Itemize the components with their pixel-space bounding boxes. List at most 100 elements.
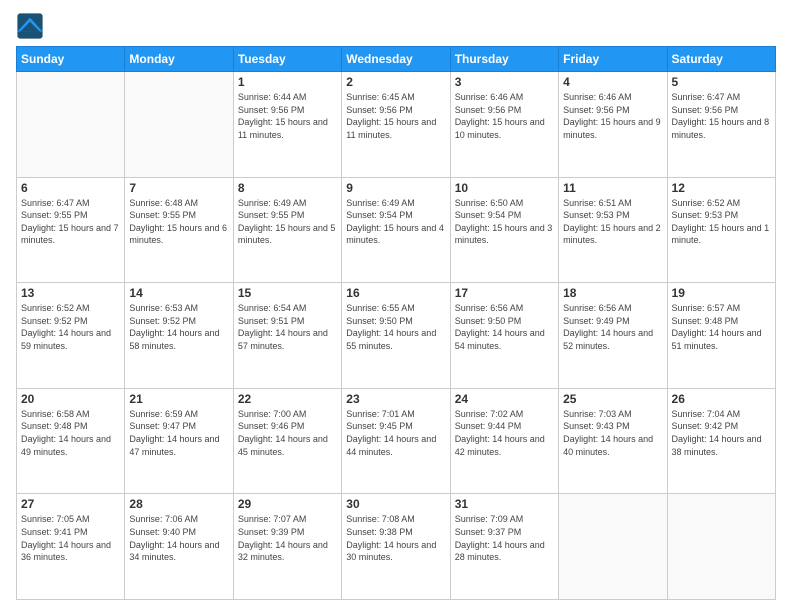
weekday-header: Thursday (450, 47, 558, 72)
day-number: 14 (129, 286, 228, 300)
day-info: Sunrise: 6:44 AM Sunset: 9:56 PM Dayligh… (238, 91, 337, 141)
day-number: 15 (238, 286, 337, 300)
calendar-day-cell (125, 72, 233, 178)
day-info: Sunrise: 7:01 AM Sunset: 9:45 PM Dayligh… (346, 408, 445, 458)
day-info: Sunrise: 6:47 AM Sunset: 9:56 PM Dayligh… (672, 91, 771, 141)
day-number: 31 (455, 497, 554, 511)
day-info: Sunrise: 6:56 AM Sunset: 9:50 PM Dayligh… (455, 302, 554, 352)
day-info: Sunrise: 7:03 AM Sunset: 9:43 PM Dayligh… (563, 408, 662, 458)
calendar-day-cell: 17 Sunrise: 6:56 AM Sunset: 9:50 PM Dayli… (450, 283, 558, 389)
calendar-day-cell: 23 Sunrise: 7:01 AM Sunset: 9:45 PM Dayli… (342, 388, 450, 494)
day-number: 10 (455, 181, 554, 195)
day-info: Sunrise: 6:52 AM Sunset: 9:52 PM Dayligh… (21, 302, 120, 352)
day-info: Sunrise: 6:53 AM Sunset: 9:52 PM Dayligh… (129, 302, 228, 352)
calendar-header-row: SundayMondayTuesdayWednesdayThursdayFrid… (17, 47, 776, 72)
day-info: Sunrise: 7:07 AM Sunset: 9:39 PM Dayligh… (238, 513, 337, 563)
header (16, 12, 776, 40)
day-info: Sunrise: 7:04 AM Sunset: 9:42 PM Dayligh… (672, 408, 771, 458)
calendar-day-cell: 24 Sunrise: 7:02 AM Sunset: 9:44 PM Dayli… (450, 388, 558, 494)
day-number: 27 (21, 497, 120, 511)
weekday-header: Tuesday (233, 47, 341, 72)
calendar-day-cell: 21 Sunrise: 6:59 AM Sunset: 9:47 PM Dayli… (125, 388, 233, 494)
day-info: Sunrise: 6:49 AM Sunset: 9:54 PM Dayligh… (346, 197, 445, 247)
calendar-day-cell: 3 Sunrise: 6:46 AM Sunset: 9:56 PM Daylig… (450, 72, 558, 178)
calendar-day-cell (667, 494, 775, 600)
day-number: 2 (346, 75, 445, 89)
day-number: 18 (563, 286, 662, 300)
day-info: Sunrise: 6:48 AM Sunset: 9:55 PM Dayligh… (129, 197, 228, 247)
calendar-day-cell: 28Sunrise: 7:06 AM Sunset: 9:40 PM Dayli… (125, 494, 233, 600)
day-number: 24 (455, 392, 554, 406)
day-info: Sunrise: 6:50 AM Sunset: 9:54 PM Dayligh… (455, 197, 554, 247)
calendar-day-cell: 2 Sunrise: 6:45 AM Sunset: 9:56 PM Daylig… (342, 72, 450, 178)
day-info: Sunrise: 6:57 AM Sunset: 9:48 PM Dayligh… (672, 302, 771, 352)
day-info: Sunrise: 7:00 AM Sunset: 9:46 PM Dayligh… (238, 408, 337, 458)
day-number: 21 (129, 392, 228, 406)
day-number: 8 (238, 181, 337, 195)
calendar-day-cell: 9 Sunrise: 6:49 AM Sunset: 9:54 PM Daylig… (342, 177, 450, 283)
day-number: 6 (21, 181, 120, 195)
calendar-week-row: 13 Sunrise: 6:52 AM Sunset: 9:52 PM Dayli… (17, 283, 776, 389)
calendar-week-row: 6 Sunrise: 6:47 AM Sunset: 9:55 PM Daylig… (17, 177, 776, 283)
calendar-day-cell: 20 Sunrise: 6:58 AM Sunset: 9:48 PM Dayli… (17, 388, 125, 494)
day-info: Sunrise: 7:09 AM Sunset: 9:37 PM Dayligh… (455, 513, 554, 563)
day-info: Sunrise: 6:52 AM Sunset: 9:53 PM Dayligh… (672, 197, 771, 247)
day-number: 13 (21, 286, 120, 300)
calendar-week-row: 1 Sunrise: 6:44 AM Sunset: 9:56 PM Daylig… (17, 72, 776, 178)
calendar-day-cell: 10 Sunrise: 6:50 AM Sunset: 9:54 PM Dayli… (450, 177, 558, 283)
page: SundayMondayTuesdayWednesdayThursdayFrid… (0, 0, 792, 612)
day-info: Sunrise: 6:46 AM Sunset: 9:56 PM Dayligh… (563, 91, 662, 141)
calendar-week-row: 27Sunrise: 7:05 AM Sunset: 9:41 PM Dayli… (17, 494, 776, 600)
calendar-day-cell: 8 Sunrise: 6:49 AM Sunset: 9:55 PM Daylig… (233, 177, 341, 283)
day-number: 7 (129, 181, 228, 195)
day-info: Sunrise: 6:46 AM Sunset: 9:56 PM Dayligh… (455, 91, 554, 141)
day-number: 1 (238, 75, 337, 89)
logo-icon (16, 12, 44, 40)
day-info: Sunrise: 7:06 AM Sunset: 9:40 PM Dayligh… (129, 513, 228, 563)
weekday-header: Sunday (17, 47, 125, 72)
calendar-day-cell: 7 Sunrise: 6:48 AM Sunset: 9:55 PM Daylig… (125, 177, 233, 283)
calendar-day-cell: 12 Sunrise: 6:52 AM Sunset: 9:53 PM Dayli… (667, 177, 775, 283)
day-number: 19 (672, 286, 771, 300)
calendar-day-cell: 1 Sunrise: 6:44 AM Sunset: 9:56 PM Daylig… (233, 72, 341, 178)
day-info: Sunrise: 6:51 AM Sunset: 9:53 PM Dayligh… (563, 197, 662, 247)
weekday-header: Monday (125, 47, 233, 72)
calendar-day-cell: 14 Sunrise: 6:53 AM Sunset: 9:52 PM Dayli… (125, 283, 233, 389)
day-number: 3 (455, 75, 554, 89)
calendar-table: SundayMondayTuesdayWednesdayThursdayFrid… (16, 46, 776, 600)
day-number: 29 (238, 497, 337, 511)
day-number: 20 (21, 392, 120, 406)
calendar-day-cell: 26 Sunrise: 7:04 AM Sunset: 9:42 PM Dayli… (667, 388, 775, 494)
day-info: Sunrise: 7:02 AM Sunset: 9:44 PM Dayligh… (455, 408, 554, 458)
calendar-day-cell: 27Sunrise: 7:05 AM Sunset: 9:41 PM Dayli… (17, 494, 125, 600)
day-number: 17 (455, 286, 554, 300)
day-number: 12 (672, 181, 771, 195)
day-number: 26 (672, 392, 771, 406)
day-info: Sunrise: 6:55 AM Sunset: 9:50 PM Dayligh… (346, 302, 445, 352)
day-info: Sunrise: 6:49 AM Sunset: 9:55 PM Dayligh… (238, 197, 337, 247)
calendar-day-cell (559, 494, 667, 600)
calendar-day-cell: 25 Sunrise: 7:03 AM Sunset: 9:43 PM Dayli… (559, 388, 667, 494)
calendar-day-cell: 31 Sunrise: 7:09 AM Sunset: 9:37 PM Dayli… (450, 494, 558, 600)
day-info: Sunrise: 6:45 AM Sunset: 9:56 PM Dayligh… (346, 91, 445, 141)
day-number: 30 (346, 497, 445, 511)
day-number: 5 (672, 75, 771, 89)
calendar-day-cell: 5 Sunrise: 6:47 AM Sunset: 9:56 PM Daylig… (667, 72, 775, 178)
calendar-day-cell: 29 Sunrise: 7:07 AM Sunset: 9:39 PM Dayli… (233, 494, 341, 600)
day-number: 9 (346, 181, 445, 195)
calendar-day-cell: 16Sunrise: 6:55 AM Sunset: 9:50 PM Dayli… (342, 283, 450, 389)
day-number: 22 (238, 392, 337, 406)
calendar-day-cell: 22 Sunrise: 7:00 AM Sunset: 9:46 PM Dayli… (233, 388, 341, 494)
logo (16, 12, 46, 40)
calendar-day-cell: 18Sunrise: 6:56 AM Sunset: 9:49 PM Dayli… (559, 283, 667, 389)
day-number: 25 (563, 392, 662, 406)
day-number: 4 (563, 75, 662, 89)
calendar-week-row: 20 Sunrise: 6:58 AM Sunset: 9:48 PM Dayli… (17, 388, 776, 494)
day-info: Sunrise: 6:59 AM Sunset: 9:47 PM Dayligh… (129, 408, 228, 458)
weekday-header: Wednesday (342, 47, 450, 72)
day-info: Sunrise: 6:47 AM Sunset: 9:55 PM Dayligh… (21, 197, 120, 247)
day-info: Sunrise: 6:58 AM Sunset: 9:48 PM Dayligh… (21, 408, 120, 458)
day-number: 11 (563, 181, 662, 195)
day-number: 23 (346, 392, 445, 406)
calendar-day-cell: 30Sunrise: 7:08 AM Sunset: 9:38 PM Dayli… (342, 494, 450, 600)
